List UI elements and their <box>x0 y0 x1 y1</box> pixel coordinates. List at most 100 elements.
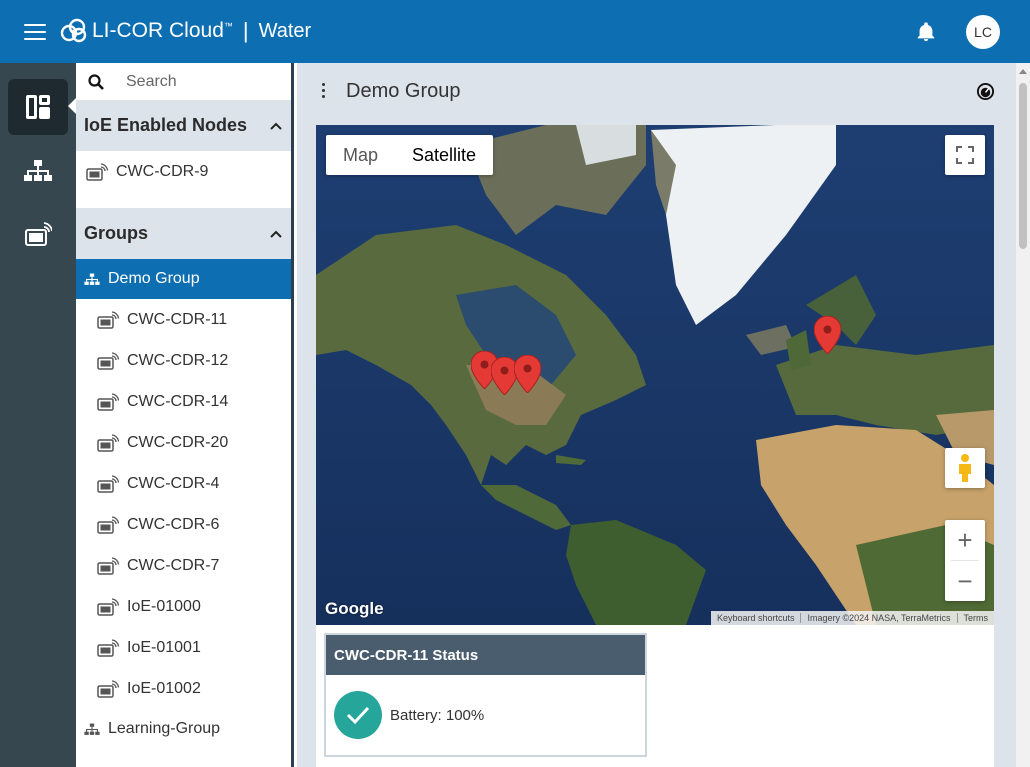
imagery-credit: Imagery ©2024 NASA, TerraMetrics <box>800 613 956 623</box>
satellite-map[interactable]: Map Satellite + − Google Keyboard shortc… <box>316 125 994 625</box>
device-signal-icon <box>97 310 119 329</box>
notifications-bell-icon[interactable] <box>915 20 937 44</box>
map-marker-icon[interactable] <box>814 316 841 354</box>
node-label: CWC-CDR-9 <box>116 162 209 180</box>
node-label: IoE-01001 <box>127 638 201 656</box>
node-label: CWC-CDR-14 <box>127 392 229 410</box>
device-signal-icon <box>86 162 108 181</box>
map-attribution: Keyboard shortcuts Imagery ©2024 NASA, T… <box>710 611 995 625</box>
gauge-icon[interactable] <box>976 82 995 101</box>
check-circle-icon <box>334 691 382 739</box>
brand-separator: | <box>242 18 249 43</box>
device-signal-icon <box>97 351 119 370</box>
top-app-bar: LI-COR Cloud™ | Water LC <box>0 0 1030 63</box>
rail-dashboard-button[interactable] <box>8 79 68 135</box>
map-type-satellite-button[interactable]: Satellite <box>395 135 493 175</box>
group-node-list: CWC-CDR-11 CWC-CDR-12 CWC-CDR-14 CWC-CDR-20… <box>76 299 291 709</box>
more-vert-icon[interactable] <box>321 83 327 99</box>
group-node-item[interactable]: CWC-CDR-11 <box>76 299 291 340</box>
chevron-up-icon[interactable] <box>269 229 283 239</box>
group-node-item[interactable]: CWC-CDR-20 <box>76 422 291 463</box>
group-label: Demo Group <box>108 270 200 287</box>
battery-status-text: Battery: 100% <box>390 706 485 724</box>
sitemap-icon <box>84 723 100 736</box>
nodes-section-title: IoE Enabled Nodes <box>84 115 248 135</box>
fullscreen-button[interactable] <box>945 135 985 175</box>
zoom-in-button[interactable]: + <box>945 520 985 560</box>
group-node-item[interactable]: CWC-CDR-4 <box>76 463 291 504</box>
node-label: CWC-CDR-6 <box>127 515 220 533</box>
search-icon <box>88 73 104 90</box>
sitemap-icon <box>24 160 52 181</box>
node-label: CWC-CDR-7 <box>127 556 220 574</box>
device-signal-icon <box>97 556 119 575</box>
group-node-item[interactable]: IoE-01001 <box>76 627 291 668</box>
group-item-learning-group[interactable]: Learning-Group <box>76 709 291 749</box>
device-signal-icon <box>97 679 119 698</box>
groups-section-title: Groups <box>84 223 149 243</box>
node-label: IoE-01002 <box>127 679 201 697</box>
user-avatar[interactable]: LC <box>966 15 1000 49</box>
group-label: Learning-Group <box>108 720 221 737</box>
node-label: CWC-CDR-20 <box>127 433 229 451</box>
node-label: CWC-CDR-4 <box>127 474 220 492</box>
chevron-up-icon[interactable] <box>269 121 283 131</box>
trademark-symbol: ™ <box>223 21 233 31</box>
icon-rail <box>0 63 77 767</box>
main-header: Demo Group <box>297 63 1016 119</box>
status-card: CWC-CDR-11 Status Battery: 100% <box>324 633 647 757</box>
device-signal-icon <box>97 597 119 616</box>
terms-link[interactable]: Terms <box>956 613 995 623</box>
group-node-item[interactable]: IoE-01002 <box>76 668 291 709</box>
device-signal-icon <box>97 392 119 411</box>
node-label: IoE-01000 <box>127 597 201 615</box>
scroll-up-arrow-icon[interactable] <box>1019 69 1027 74</box>
navigation-panel: IoE Enabled Nodes CWC-CDR-9 Groups Demo … <box>76 63 294 767</box>
node-label: CWC-CDR-11 <box>127 310 228 328</box>
device-signal-icon <box>97 474 119 493</box>
search-bar <box>76 63 291 100</box>
menu-icon[interactable] <box>24 24 46 40</box>
zoom-control: + − <box>945 520 985 601</box>
map-type-map-button[interactable]: Map <box>326 135 395 175</box>
search-input[interactable] <box>126 72 276 91</box>
groups-section-header[interactable]: Groups <box>76 208 291 259</box>
content-card: Map Satellite + − Google Keyboard shortc… <box>316 125 994 767</box>
group-node-item[interactable]: IoE-01000 <box>76 586 291 627</box>
map-imagery <box>316 125 994 625</box>
brand-name: LI-COR Cloud <box>92 19 224 42</box>
group-node-item[interactable]: CWC-CDR-12 <box>76 340 291 381</box>
nodes-section-header[interactable]: IoE Enabled Nodes <box>76 100 291 151</box>
group-node-item[interactable]: CWC-CDR-6 <box>76 504 291 545</box>
logo[interactable]: LI-COR Cloud™ | Water <box>60 17 311 45</box>
vertical-scrollbar[interactable] <box>1016 63 1030 767</box>
keyboard-shortcuts-link[interactable]: Keyboard shortcuts <box>711 613 801 623</box>
sitemap-icon <box>84 273 100 286</box>
map-type-toggle: Map Satellite <box>326 135 494 175</box>
page-title: Demo Group <box>346 80 461 102</box>
map-marker-icon[interactable] <box>514 355 541 393</box>
group-node-item[interactable]: CWC-CDR-7 <box>76 545 291 586</box>
zoom-out-button[interactable]: − <box>945 561 985 601</box>
licor-cloud-logo-icon <box>60 18 87 43</box>
device-signal-icon <box>97 433 119 452</box>
device-signal-icon <box>97 515 119 534</box>
street-view-pegman-button[interactable] <box>945 448 985 488</box>
app-name: Water <box>258 19 312 42</box>
scroll-thumb[interactable] <box>1019 83 1027 249</box>
node-item-cwc-cdr-9[interactable]: CWC-CDR-9 <box>76 151 291 192</box>
google-logo: Google <box>325 599 384 618</box>
status-card-body: Battery: 100% <box>326 675 645 755</box>
rail-groups-button[interactable] <box>8 143 68 199</box>
pegman-icon <box>959 454 971 482</box>
dashboard-icon <box>26 95 50 119</box>
device-signal-icon <box>97 638 119 657</box>
group-node-item[interactable]: CWC-CDR-14 <box>76 381 291 422</box>
device-signal-icon <box>25 222 52 246</box>
group-item-demo-group[interactable]: Demo Group <box>76 259 291 299</box>
fullscreen-icon <box>956 146 974 164</box>
rail-devices-button[interactable] <box>8 207 68 263</box>
status-card-title: CWC-CDR-11 Status <box>326 635 645 675</box>
node-label: CWC-CDR-12 <box>127 351 229 369</box>
